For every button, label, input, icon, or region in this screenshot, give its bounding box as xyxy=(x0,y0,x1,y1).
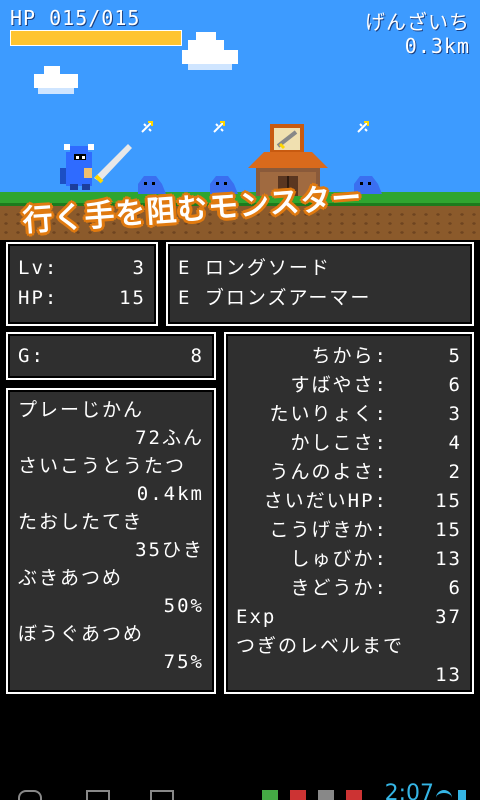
stat-value: 5 xyxy=(448,345,462,367)
progress-value: 75% xyxy=(18,648,204,676)
stat-value: 2 xyxy=(448,461,462,483)
stat-label: ちから: xyxy=(311,345,388,367)
progress-value-text: 75% xyxy=(163,651,204,673)
progress-value: 0.4km xyxy=(18,480,204,508)
notification-icon xyxy=(290,790,306,800)
exp-label: Exp xyxy=(236,606,277,628)
notification-icon xyxy=(262,790,278,800)
level-label: Lv: xyxy=(18,257,59,279)
stat-label: すばやさ: xyxy=(290,374,388,396)
gold-value: 8 xyxy=(190,345,204,367)
system-bar: 2:07 xyxy=(0,781,480,800)
stat-label: しゅびか: xyxy=(290,548,388,570)
notification-icon xyxy=(346,790,362,800)
twitter-icon xyxy=(318,790,334,800)
stat-value: 3 xyxy=(448,403,462,425)
hp-value: 15 xyxy=(119,287,146,309)
progress-value: 72ふん xyxy=(18,424,204,452)
progress-value-text: 0.4km xyxy=(136,483,204,505)
progress-label-text: ぶきあつめ xyxy=(18,567,124,589)
stat-row: うんのよさ: 2 xyxy=(236,458,462,486)
hp-readout: HP 015/015 xyxy=(10,6,141,30)
equipped-armor[interactable]: E ブロンズアーマー xyxy=(178,284,462,312)
sparkle-icon xyxy=(213,121,225,133)
stat-row: すばやさ: 6 xyxy=(236,371,462,399)
progress-value: 35ひき xyxy=(18,536,204,564)
next-level-row: つぎのレベルまで xyxy=(236,632,462,660)
stat-label: きどうか: xyxy=(290,577,388,599)
next-level-value-row: 13 xyxy=(236,661,462,689)
stat-label: さいだいHP: xyxy=(263,490,388,512)
hp-row: HP: 15 xyxy=(18,284,146,312)
home-icon[interactable] xyxy=(86,790,110,800)
stat-value: 6 xyxy=(448,374,462,396)
progress-label-text: たおしたてき xyxy=(18,511,144,533)
cloud xyxy=(182,32,238,72)
stat-row: ちから: 5 xyxy=(236,342,462,370)
gold-label: G: xyxy=(18,345,45,367)
level-row: Lv: 3 xyxy=(18,254,146,282)
next-level-value: 13 xyxy=(435,664,462,686)
progress-value-text: 72ふん xyxy=(135,427,204,449)
exp-value: 37 xyxy=(435,606,462,628)
progress-label: ぶきあつめ xyxy=(18,564,204,592)
stat-label: かしこさ: xyxy=(290,432,388,454)
progress-label: さいこうとうたつ xyxy=(18,452,204,480)
progress-value-text: 35ひき xyxy=(135,539,204,561)
location-label: げんざいち xyxy=(365,10,470,34)
equipment-panel[interactable]: E ロングソード E ブロンズアーマー xyxy=(166,242,474,326)
stat-value: 4 xyxy=(448,432,462,454)
exp-row: Exp 37 xyxy=(236,603,462,631)
hp-label: HP: xyxy=(18,287,59,309)
stats-panel: ちから: 5 すばやさ: 6 たいりょく: 3 かしこさ: 4 うんのよさ: 2 さいだい… xyxy=(224,332,474,694)
stat-label: たいりょく: xyxy=(269,403,388,425)
progress-label: プレーじかん xyxy=(18,396,204,424)
hero-knight[interactable] xyxy=(56,138,136,194)
sparkle-icon xyxy=(141,121,153,133)
stat-row: きどうか: 6 xyxy=(236,574,462,602)
stat-value: 6 xyxy=(448,577,462,599)
progress-label-text: さいこうとうたつ xyxy=(18,455,187,477)
next-level-label: つぎのレベルまで xyxy=(236,635,405,657)
progress-value-text: 50% xyxy=(163,595,204,617)
level-value: 3 xyxy=(132,257,146,279)
progress-panel: プレーじかん 72ふん さいこうとうたつ 0.4km たおしたてき 35ひき ぶ… xyxy=(6,388,216,694)
recent-apps-icon[interactable] xyxy=(150,790,174,800)
gold-panel: G: 8 xyxy=(6,332,216,380)
hp-bar xyxy=(10,30,182,46)
stat-row: しゅびか: 13 xyxy=(236,545,462,573)
clock: 2:07 xyxy=(384,781,434,800)
progress-value: 50% xyxy=(18,592,204,620)
stat-row: かしこさ: 4 xyxy=(236,429,462,457)
equipped-weapon[interactable]: E ロングソード xyxy=(178,254,462,282)
level-panel: Lv: 3 HP: 15 xyxy=(6,242,158,326)
sparkle-icon xyxy=(357,121,369,133)
progress-label-text: プレーじかん xyxy=(18,399,145,421)
stat-label: こうげきか: xyxy=(269,519,388,541)
gold-row: G: 8 xyxy=(18,342,204,370)
progress-label: たおしたてき xyxy=(18,508,204,536)
game-scene[interactable]: HP 015/015 げんざいち 0.3km 行く手を阻むモンスター xyxy=(0,0,480,240)
stat-value: 15 xyxy=(435,490,462,512)
cloud xyxy=(34,66,78,96)
progress-label: ぼうぐあつめ xyxy=(18,620,204,648)
stat-row: さいだいHP: 15 xyxy=(236,487,462,515)
wifi-icon xyxy=(436,790,452,800)
stat-label: うんのよさ: xyxy=(269,461,388,483)
back-icon[interactable] xyxy=(18,790,42,800)
battery-icon xyxy=(458,790,466,800)
stat-value: 13 xyxy=(435,548,462,570)
stat-row: たいりょく: 3 xyxy=(236,400,462,428)
progress-label-text: ぼうぐあつめ xyxy=(18,623,145,645)
hp-bar-fill xyxy=(11,31,181,45)
distance-readout: 0.3km xyxy=(404,34,470,58)
stat-value: 15 xyxy=(435,519,462,541)
stat-row: こうげきか: 15 xyxy=(236,516,462,544)
